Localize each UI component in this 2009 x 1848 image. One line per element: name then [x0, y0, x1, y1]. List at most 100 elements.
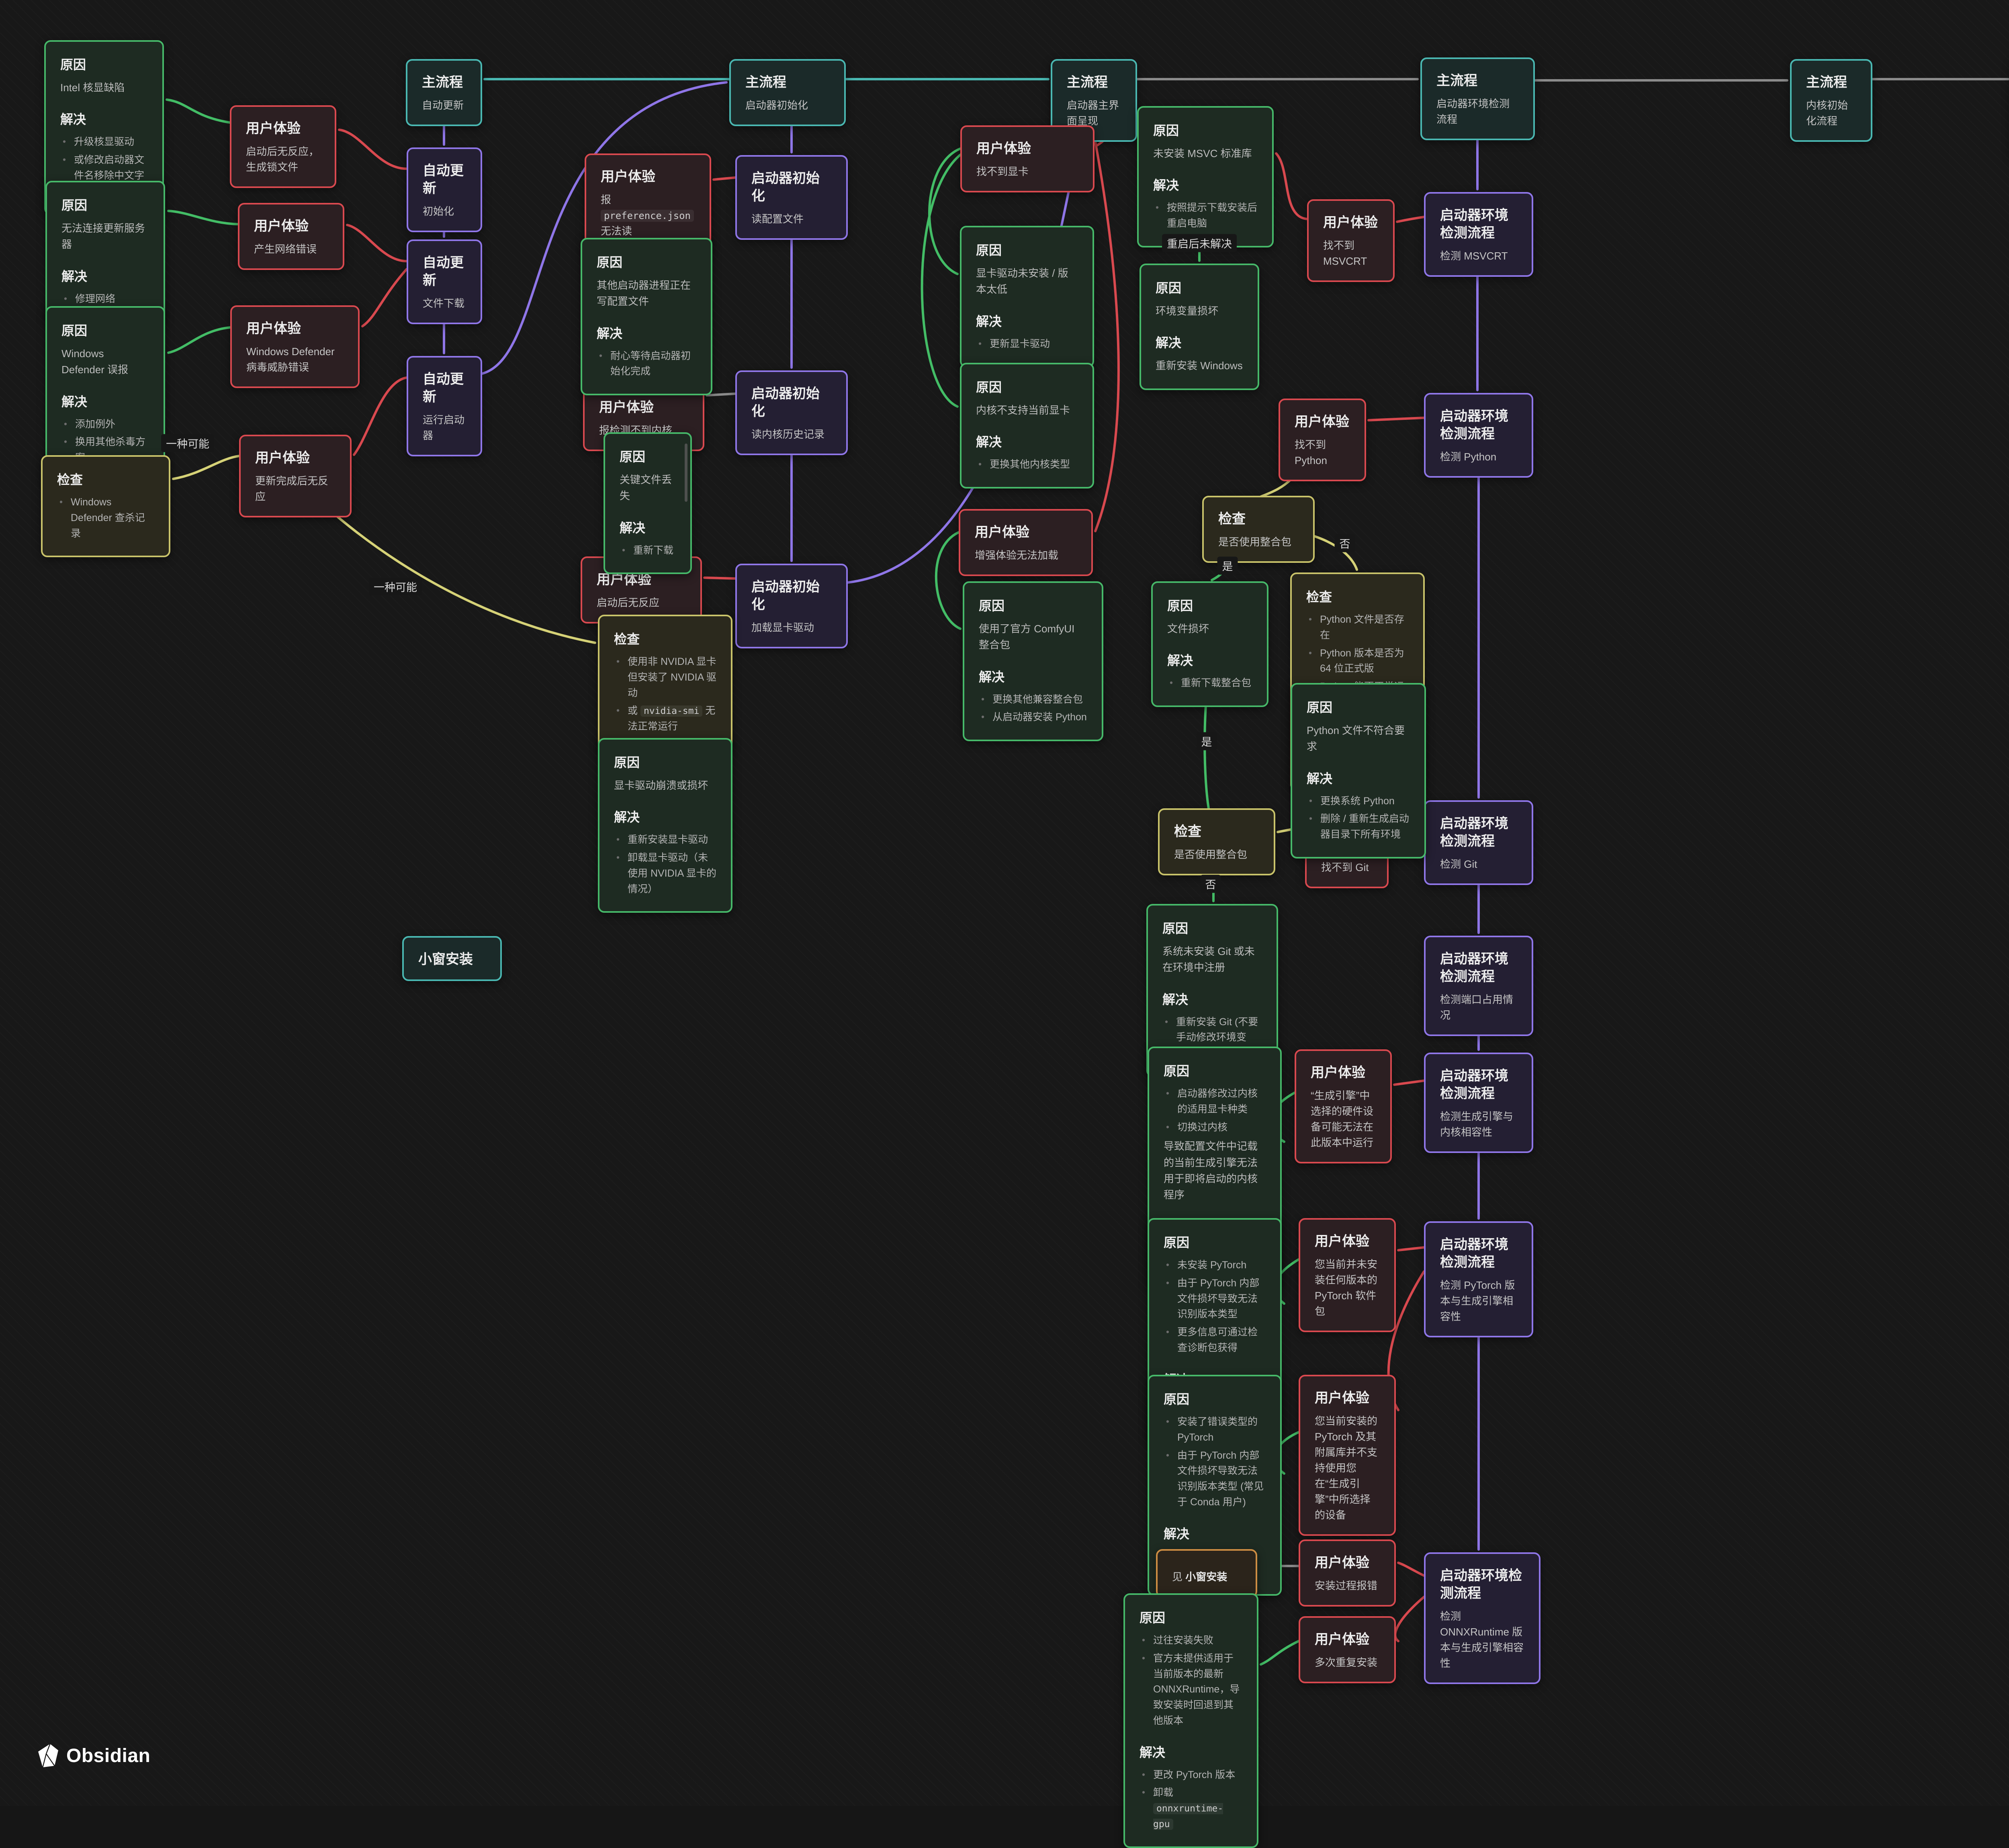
edge-r4-y1[interactable]: [173, 456, 239, 479]
node-init-load-gpu-driver[interactable]: 启动器初始化加载显卡驱动: [735, 564, 848, 648]
node-cause-gpu-driver-missing[interactable]: 原因显卡驱动未安装 / 版本太低解决更新显卡驱动: [960, 226, 1094, 368]
node-text: 检测 MSVCRT: [1440, 248, 1517, 264]
node-main-kernel-init[interactable]: 主流程内核初始化流程: [1790, 59, 1872, 142]
node-ux-repeated-install[interactable]: 用户体验多次重复安装: [1299, 1616, 1396, 1683]
section-heading: 原因: [1307, 697, 1410, 716]
node-update-init[interactable]: 自动更新初始化: [407, 147, 482, 232]
bullet-item: 未安装 PyTorch: [1177, 1257, 1266, 1273]
node-ux-preference-unreadable[interactable]: 用户体验报 preference.json 无法读: [585, 153, 711, 252]
node-cause-kernel-unsupported-gpu[interactable]: 原因内核不支持当前显卡解决更换其他内核类型: [960, 363, 1094, 489]
edge-r17-g18[interactable]: [1261, 1641, 1299, 1664]
node-scrollbar[interactable]: [685, 444, 687, 502]
node-text: 您当前并未安装任何版本的 PyTorch 软件包: [1315, 1257, 1380, 1319]
node-envdetect-port[interactable]: 启动器环境检测流程检测端口占用情况: [1424, 936, 1533, 1036]
node-text: 启动器初始化: [745, 98, 830, 113]
edge-r9-g9[interactable]: [936, 532, 960, 629]
edge-p2-r3[interactable]: [362, 269, 407, 326]
node-ux-no-pytorch[interactable]: 用户体验您当前并未安装任何版本的 PyTorch 软件包: [1299, 1218, 1396, 1332]
edge-v7-r17[interactable]: [1395, 1597, 1424, 1641]
section-heading: 原因: [1164, 1233, 1266, 1251]
edge-v5-r13[interactable]: [1394, 1081, 1424, 1085]
obsidian-canvas[interactable]: Obsidian 主流程自动更新主流程启动器初始化主流程启动器主界面呈现主流程启…: [0, 0, 2009, 1806]
node-init-read-kernel-history[interactable]: 启动器初始化读内核历史记录: [735, 370, 848, 455]
node-cause-env-var-corrupt[interactable]: 原因环境变量损坏解决重新安装 Windows: [1140, 264, 1259, 390]
node-cause-update-server-unreachable[interactable]: 原因无法连接更新服务器解决修理网络: [45, 181, 165, 323]
edge-v7-r16[interactable]: [1398, 1563, 1424, 1576]
edge-v2-r11[interactable]: [1369, 418, 1424, 420]
node-ux-no-response-after-update[interactable]: 用户体验更新完成后无反应: [239, 435, 352, 517]
node-envdetect-msvcrt[interactable]: 启动器环境检测流程检测 MSVCRT: [1424, 192, 1533, 277]
edge-p1-r1[interactable]: [339, 130, 407, 169]
bullet-list: Windows Defender 查杀记录: [57, 495, 154, 541]
node-check-bundle-2[interactable]: 检查是否使用整合包: [1158, 808, 1275, 875]
node-cause-other-launcher-writing-config[interactable]: 原因其他启动器进程正在写配置文件解决耐心等待启动器初始化完成: [581, 238, 712, 395]
section-heading: 原因: [60, 55, 148, 73]
obsidian-logo: Obsidian: [38, 1744, 150, 1768]
node-text: 找不到 Python: [1295, 437, 1350, 468]
node-update-run-launcher[interactable]: 自动更新运行启动器: [407, 356, 482, 456]
node-ux-device-may-not-run[interactable]: 用户体验“生成引擎”中选择的硬件设备可能无法在此版本中运行: [1295, 1049, 1392, 1163]
node-envdetect-git[interactable]: 启动器环境检测流程检测 Git: [1424, 800, 1533, 885]
node-ux-install-error[interactable]: 用户体验安装过程报错: [1299, 1539, 1396, 1607]
node-cause-python-not-qualified[interactable]: 原因Python 文件不符合要求解决更换系统 Python删除 / 重新生成启动…: [1291, 683, 1426, 859]
node-envdetect-pytorch[interactable]: 启动器环境检测流程检测 PyTorch 版本与生成引擎相容性: [1424, 1221, 1533, 1337]
edge-v6-r14[interactable]: [1398, 1247, 1424, 1250]
section-text: 系统未安装 Git 或未在环境中注册: [1162, 943, 1262, 976]
node-ref-small-window-install[interactable]: 见 小窗安装: [1156, 1549, 1257, 1598]
edge-v1-r10[interactable]: [1397, 217, 1424, 222]
node-cause-official-comfyui-bundle[interactable]: 原因使用了官方 ComfyUI 整合包解决更换其他兼容整合包从启动器安装 Pyt…: [963, 581, 1103, 741]
node-cause-key-file-missing[interactable]: 原因关键文件丢失解决重新下载: [604, 432, 692, 574]
edge-p2-r2[interactable]: [347, 225, 407, 261]
edge-q1-r5[interactable]: [714, 178, 735, 180]
node-text: 找不到 MSVCRT: [1323, 238, 1379, 269]
section-heading: 检查: [1306, 587, 1409, 605]
node-ux-python-not-found[interactable]: 用户体验找不到 Python: [1279, 399, 1366, 481]
edge-q2-r6[interactable]: [707, 394, 735, 395]
edge-q3-r7[interactable]: [704, 578, 735, 579]
bullet-item: Python 文件是否存在: [1320, 612, 1409, 643]
node-envdetect-onnxruntime[interactable]: 启动器环境检测流程检测 ONNXRuntime 版本与生成引擎相容性: [1424, 1552, 1541, 1684]
node-text: 启动后无反应: [597, 595, 686, 611]
node-check-defender-log[interactable]: 检查Windows Defender 查杀记录: [41, 455, 170, 557]
node-title: 启动器环境检测流程: [1440, 407, 1517, 443]
node-init-read-config[interactable]: 启动器初始化读配置文件: [735, 155, 848, 240]
node-main-launcher-init[interactable]: 主流程启动器初始化: [729, 59, 846, 126]
section-text: 使用了官方 ComfyUI 整合包: [979, 621, 1087, 653]
edge-r8-g8[interactable]: [922, 154, 962, 407]
node-ux-msvcrt-not-found[interactable]: 用户体验找不到 MSVCRT: [1307, 199, 1395, 282]
bullet-list: 更新显卡驱动: [976, 336, 1078, 352]
section-text: 文件损坏: [1167, 621, 1252, 637]
node-ux-defender-threat[interactable]: 用户体验Windows Defender 病毒威胁错误: [230, 305, 360, 388]
edge-r8-g7[interactable]: [929, 149, 960, 274]
node-envdetect-python[interactable]: 启动器环境检测流程检测 Python: [1424, 393, 1533, 478]
node-ux-enhance-load-fail[interactable]: 用户体验增强体验无法加载: [959, 509, 1093, 576]
section-heading: 原因: [1164, 1389, 1266, 1408]
node-check-bundle-1[interactable]: 检查是否使用整合包: [1202, 496, 1315, 563]
node-cause-onnxruntime-fallback[interactable]: 原因过往安装失败官方未提供适用于当前版本的最新 ONNXRuntime，导致安装…: [1123, 1593, 1258, 1848]
node-text: 产生网络错误: [254, 241, 328, 257]
node-ux-network-error[interactable]: 用户体验产生网络错误: [238, 203, 344, 270]
node-cause-file-corrupt[interactable]: 原因文件损坏解决重新下载整合包: [1151, 581, 1268, 707]
node-ux-pytorch-unsupported-device[interactable]: 用户体验您当前安装的 PyTorch 及其附属库并不支持使用您在“生成引擎”中所…: [1299, 1375, 1396, 1536]
node-update-download[interactable]: 自动更新文件下载: [407, 239, 482, 324]
section-text: 内核不支持当前显卡: [976, 402, 1078, 418]
section-heading: 解决: [597, 323, 696, 342]
edge-r10-g10[interactable]: [1276, 153, 1307, 219]
edge-p3-r4[interactable]: [354, 378, 407, 455]
node-ux-no-response-lockfile[interactable]: 用户体验启动后无反应，生成锁文件: [230, 105, 336, 188]
edge-r2-g2[interactable]: [168, 211, 238, 224]
node-envdetect-engine-kernel[interactable]: 启动器环境检测流程检测生成引擎与内核相容性: [1424, 1053, 1533, 1153]
node-text: 读内核历史记录: [751, 427, 832, 442]
node-main-auto-update[interactable]: 主流程自动更新: [406, 59, 482, 126]
node-small-window-install[interactable]: 小窗安装: [402, 936, 502, 981]
edge-r3-g3[interactable]: [168, 327, 230, 353]
edge-r1-g1[interactable]: [167, 100, 230, 123]
node-check-nvidia-driver[interactable]: 检查使用非 NVIDIA 显卡但安装了 NVIDIA 驱动或 nvidia-sm…: [598, 615, 732, 750]
node-main-env-detect[interactable]: 主流程启动器环境检测流程: [1420, 57, 1535, 140]
edge-label-no-1: 否: [1335, 534, 1355, 552]
node-ux-gpu-not-found[interactable]: 用户体验找不到显卡: [960, 125, 1095, 192]
node-cause-msvc-missing[interactable]: 原因未安装 MSVC 标准库解决按照提示下载安装后重启电脑: [1137, 106, 1274, 247]
bullet-item: 从启动器安装 Python: [992, 709, 1087, 725]
node-cause-gpu-driver-crash[interactable]: 原因显卡驱动崩溃或损坏解决重新安装显卡驱动卸载显卡驱动（未使用 NVIDIA 显…: [598, 738, 732, 913]
bullet-list: 安装了错误类型的 PyTorch由于 PyTorch 内部文件损坏导致无法识别版…: [1164, 1414, 1266, 1510]
